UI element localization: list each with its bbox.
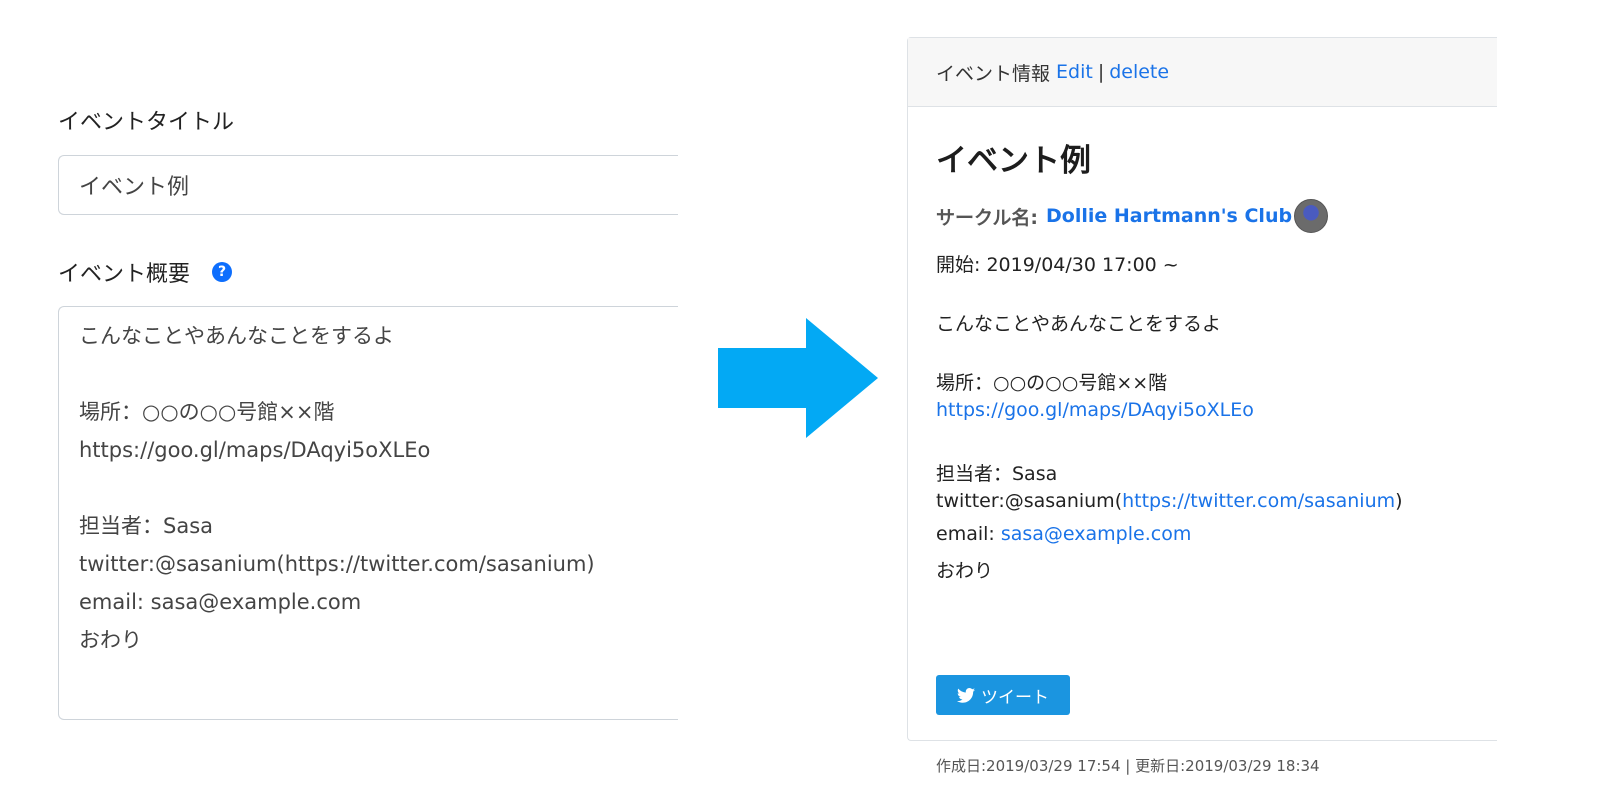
circle-link[interactable]: Dollie Hartmann's Club (1046, 205, 1292, 227)
card-header: イベント情報 Edit | delete (908, 38, 1497, 107)
summary-line: 場所：○○の○○号館××階 (79, 400, 335, 424)
summary-line: 担当者：Sasa (79, 514, 214, 538)
tweet-label: ツイート (981, 687, 1049, 708)
tweet-button[interactable]: ツイート (936, 675, 1070, 715)
person-text: 担当者：Sasa (936, 463, 1058, 485)
twitter-link[interactable]: https://twitter.com/sasanium (1122, 490, 1395, 512)
summary-line (79, 469, 658, 507)
delete-link[interactable]: delete (1109, 61, 1169, 83)
event-title-input[interactable]: イベント例 (58, 155, 678, 215)
closing-text: おわり (936, 560, 994, 582)
summary-line: おわり (79, 628, 142, 652)
card-header-title: イベント情報 (936, 62, 1051, 85)
twitter-suffix: ) (1395, 490, 1403, 512)
circle-line: サークル名: Dollie Hartmann's Club (936, 199, 1329, 233)
avatar[interactable] (1294, 199, 1329, 233)
event-title: イベント例 (936, 143, 1091, 179)
summary-line: email: sasa@example.com (79, 590, 362, 614)
title-label-text: イベントタイトル (58, 110, 235, 135)
circle-label: サークル名: (936, 206, 1039, 229)
map-link[interactable]: https://goo.gl/maps/DAqyi5oXLEo (936, 399, 1254, 421)
place-text: 場所：○○の○○号館××階 (936, 372, 1168, 394)
header-separator: | (1097, 61, 1105, 83)
email-prefix: email: (936, 523, 1001, 545)
timestamps: 作成日:2019/03/29 17:54 | 更新日:2019/03/29 18… (936, 757, 1320, 775)
summary-line: twitter:@sasanium(https://twitter.com/sa… (79, 552, 595, 576)
event-summary-textarea[interactable]: こんなことやあんなことをするよ 場所：○○の○○号館××階 https://go… (58, 306, 678, 720)
email-line: email: sasa@example.com (936, 523, 1191, 545)
start-datetime: 開始: 2019/04/30 17:00 ~ (936, 254, 1179, 276)
summary-line (79, 355, 658, 393)
summary-field-label: イベント概要 ? (58, 256, 233, 288)
summary-label-text: イベント概要 (58, 262, 191, 287)
summary-line: こんなことやあんなことをするよ (79, 324, 394, 348)
email-link[interactable]: sasa@example.com (1001, 523, 1191, 545)
twitter-line: twitter:@sasanium(https://twitter.com/sa… (936, 490, 1403, 512)
edit-link[interactable]: Edit (1056, 61, 1093, 83)
twitter-prefix: twitter:@sasanium( (936, 490, 1123, 512)
help-icon[interactable]: ? (212, 262, 233, 282)
event-description: こんなことやあんなことをするよ (936, 313, 1222, 335)
title-field-label: イベントタイトル (58, 104, 234, 136)
twitter-bird-icon (957, 687, 975, 703)
right-arrow-icon (718, 318, 878, 438)
event-info-card: イベント情報 Edit | delete イベント例 サークル名: Dollie… (907, 37, 1497, 775)
summary-line: https://goo.gl/maps/DAqyi5oXLEo (79, 438, 431, 462)
